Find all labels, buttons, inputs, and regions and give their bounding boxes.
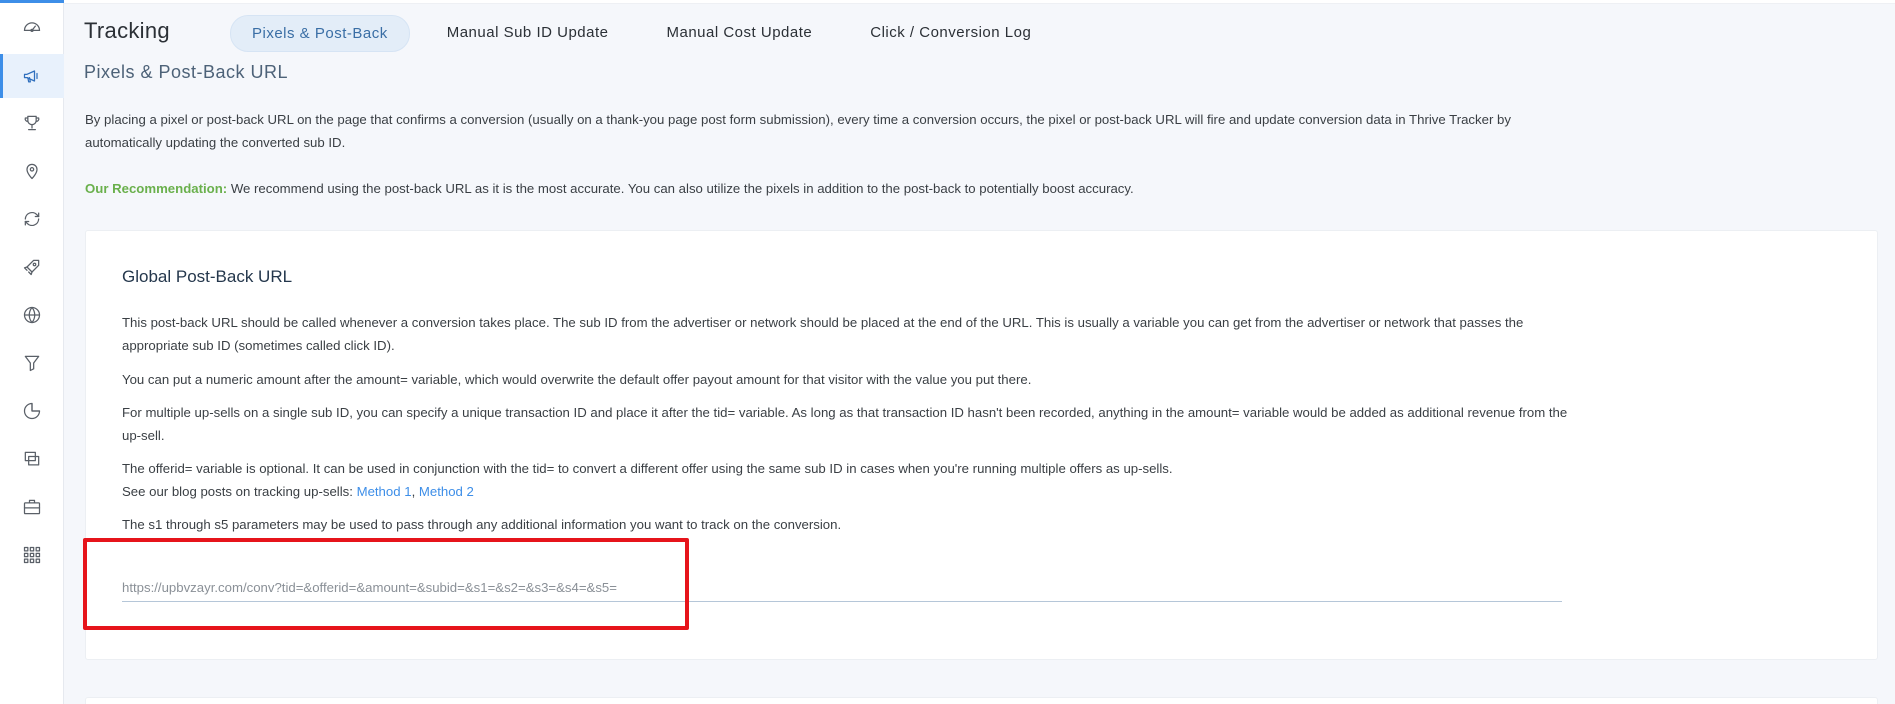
briefcase-icon [23,499,41,515]
sidebar-item-dashboard[interactable] [0,5,64,49]
method-2-link[interactable]: Method 2 [419,484,474,499]
global-postback-card: Global Post-Back URL This post-back URL … [85,230,1878,660]
copy-windows-icon [24,451,40,466]
tab-pixels-postback[interactable]: Pixels & Post-Back [230,15,410,52]
blog-posts-prefix: See our blog posts on tracking up-sells: [122,484,357,499]
method-1-link[interactable]: Method 1 [357,484,412,499]
refresh-icon [24,211,40,227]
sidebar-item-rotators[interactable] [0,197,64,241]
card-title: Global Post-Back URL [122,267,293,286]
page-title: Tracking [84,18,170,43]
top-divider [64,0,1895,4]
sidebar-item-funnels[interactable] [0,341,64,385]
card-paragraph-upsells: For multiple up-sells on a single sub ID… [122,405,1568,443]
card-paragraph-offerid: The offerid= variable is optional. It ca… [122,457,1572,503]
sidebar-item-apps[interactable] [0,533,64,577]
card-paragraph-s-params: The s1 through s5 parameters may be used… [122,517,842,532]
card-paragraph-amount: You can put a numeric amount after the a… [122,372,1032,387]
sidebar-item-networks[interactable] [0,293,64,337]
funnel-icon [24,355,40,372]
megaphone-icon [23,70,38,83]
pie-chart-icon [23,402,41,420]
recommendation-text: We recommend using the post-back URL as … [227,181,1134,196]
rocket-icon [23,259,40,276]
recommendation: Our Recommendation: We recommend using t… [85,177,1525,200]
sidebar-item-campaigns[interactable] [0,54,64,98]
postback-url-field[interactable] [122,566,1562,602]
recommendation-label: Our Recommendation: [85,181,228,196]
sidebar-item-traffic-sources[interactable] [0,245,64,289]
next-card [85,697,1878,704]
sidebar-item-reports[interactable] [0,389,64,433]
sidebar-item-tools[interactable] [0,485,64,529]
tab-manual-cost-update[interactable]: Manual Cost Update [645,15,833,52]
section-heading: Pixels & Post-Back URL [84,62,289,82]
sidebar-item-offers[interactable] [0,101,64,145]
grid-apps-icon [23,546,41,564]
sidebar-top-accent [0,0,64,3]
offerid-text: The offerid= variable is optional. It ca… [122,461,1173,476]
intro-text: By placing a pixel or post-back URL on t… [85,112,1511,150]
sidebar-item-bulk[interactable] [0,437,64,481]
trophy-icon [24,115,40,131]
sidebar [0,0,64,704]
map-pin-icon [26,163,38,180]
dashboard-gauge-icon [23,22,41,32]
tab-bar: Pixels & Post-Back Manual Sub ID Update … [230,15,1068,52]
sidebar-item-landers[interactable] [0,149,64,193]
globe-icon [23,306,41,324]
card-paragraph-subid: This post-back URL should be called when… [122,315,1524,353]
tab-manual-sub-id-update[interactable]: Manual Sub ID Update [426,15,630,52]
link-separator: , [411,484,419,499]
tab-click-conversion-log[interactable]: Click / Conversion Log [849,15,1052,52]
